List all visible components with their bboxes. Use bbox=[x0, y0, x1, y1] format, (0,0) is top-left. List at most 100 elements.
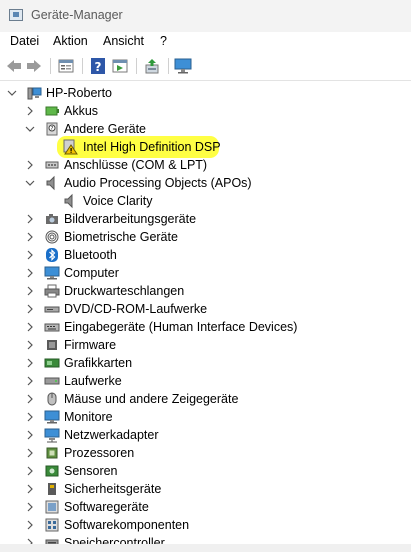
chevron-right-icon[interactable] bbox=[25, 357, 35, 369]
chevron-right-icon[interactable] bbox=[25, 303, 35, 315]
menu-help[interactable]: ? bbox=[160, 34, 167, 48]
chevron-right-icon[interactable] bbox=[25, 321, 35, 333]
tree-item-sensoren[interactable]: Sensoren bbox=[0, 462, 411, 480]
chevron-right-icon[interactable] bbox=[25, 447, 35, 459]
chevron-right-icon[interactable] bbox=[25, 213, 35, 225]
tree-item-voice-clarity[interactable]: Voice Clarity bbox=[0, 192, 411, 210]
tree-item-label: Softwaregeräte bbox=[64, 500, 149, 514]
network-adapter-icon bbox=[44, 427, 60, 443]
tree-item-druckwarteschlangen[interactable]: Druckwarteschlangen bbox=[0, 282, 411, 300]
tree-item-audio-processing-objects-apos[interactable]: Audio Processing Objects (APOs) bbox=[0, 174, 411, 192]
tree-item-label: Prozessoren bbox=[64, 446, 135, 460]
processor-icon bbox=[44, 445, 60, 461]
chevron-right-icon[interactable] bbox=[25, 519, 35, 531]
tree-item-label: Firmware bbox=[64, 338, 117, 352]
tree-item-andere-geräte[interactable]: ? Andere Geräte bbox=[0, 120, 411, 138]
tree-item-label: HP-Roberto bbox=[46, 86, 112, 100]
tree-item-label: Softwarekomponenten bbox=[64, 518, 190, 532]
disk-drive-icon bbox=[44, 373, 60, 389]
chevron-right-icon[interactable] bbox=[25, 267, 35, 279]
tree-item-dvd-cd-rom-laufwerke[interactable]: DVD/CD-ROM-Laufwerke bbox=[0, 300, 411, 318]
chevron-down-icon[interactable] bbox=[25, 123, 35, 135]
tree-item-label: Sensoren bbox=[64, 464, 118, 478]
root-computer-icon bbox=[26, 85, 42, 101]
tree-item-label: Bluetooth bbox=[64, 248, 117, 262]
menu-ansicht[interactable]: Ansicht bbox=[103, 34, 144, 48]
tree-item-prozessoren[interactable]: Prozessoren bbox=[0, 444, 411, 462]
tree-item-biometrische-geräte[interactable]: Biometrische Geräte bbox=[0, 228, 411, 246]
tree-item-netzwerkadapter[interactable]: Netzwerkadapter bbox=[0, 426, 411, 444]
tree-item-label: Netzwerkadapter bbox=[64, 428, 159, 442]
tree-item-label: Monitore bbox=[64, 410, 113, 424]
tree-item-intel-high-definition-dsp[interactable]: Intel High Definition DSP bbox=[0, 138, 411, 156]
bluetooth-icon bbox=[44, 247, 60, 263]
chevron-down-icon[interactable] bbox=[25, 177, 35, 189]
tree-item-laufwerke[interactable]: Laufwerke bbox=[0, 372, 411, 390]
chevron-right-icon[interactable] bbox=[25, 249, 35, 261]
chevron-right-icon[interactable] bbox=[25, 285, 35, 297]
properties-icon[interactable] bbox=[57, 57, 75, 75]
chevron-right-icon[interactable] bbox=[25, 483, 35, 495]
software-device-icon bbox=[44, 499, 60, 515]
tree-item-monitore[interactable]: Monitore bbox=[0, 408, 411, 426]
device-manager-app-icon bbox=[9, 9, 23, 21]
tree-item-akkus[interactable]: Akkus bbox=[0, 102, 411, 120]
printer-icon bbox=[44, 283, 60, 299]
speaker-icon bbox=[62, 193, 78, 209]
tree-item-softwaregeräte[interactable]: Softwaregeräte bbox=[0, 498, 411, 516]
tree-item-label: Grafikkarten bbox=[64, 356, 133, 370]
firmware-icon bbox=[44, 337, 60, 353]
tree-item-label: DVD/CD-ROM-Laufwerke bbox=[64, 302, 208, 316]
chevron-right-icon[interactable] bbox=[25, 231, 35, 243]
display-adapter-icon bbox=[44, 355, 60, 371]
tree-item-anschlüsse-com-lpt[interactable]: Anschlüsse (COM & LPT) bbox=[0, 156, 411, 174]
tree-root[interactable]: HP-Roberto bbox=[0, 84, 411, 102]
device-tree: HP-Roberto Akkus? Andere Geräte Intel High … bbox=[0, 81, 411, 552]
tree-item-label: Akkus bbox=[64, 104, 99, 118]
svg-text:?: ? bbox=[51, 126, 54, 132]
chevron-right-icon[interactable] bbox=[25, 159, 35, 171]
tree-item-label: Bildverarbeitungsgeräte bbox=[64, 212, 197, 226]
computer-icon bbox=[44, 265, 60, 281]
tree-item-bluetooth[interactable]: Bluetooth bbox=[0, 246, 411, 264]
hid-icon bbox=[44, 319, 60, 335]
tree-item-bildverarbeitungsgeräte[interactable]: Bildverarbeitungsgeräte bbox=[0, 210, 411, 228]
chevron-right-icon[interactable] bbox=[25, 393, 35, 405]
update-driver-icon[interactable] bbox=[111, 57, 129, 75]
chevron-right-icon[interactable] bbox=[25, 375, 35, 387]
help-icon[interactable]: ? bbox=[89, 57, 107, 75]
chevron-right-icon[interactable] bbox=[25, 411, 35, 423]
chevron-right-icon[interactable] bbox=[25, 465, 35, 477]
tree-item-label: Laufwerke bbox=[64, 374, 122, 388]
monitor-icon[interactable] bbox=[174, 57, 192, 75]
back-arrow-icon[interactable] bbox=[5, 57, 23, 75]
scan-hardware-icon[interactable] bbox=[143, 57, 161, 75]
tree-item-label: Andere Geräte bbox=[64, 122, 146, 136]
title-bar: Geräte-Manager bbox=[0, 0, 411, 32]
menu-aktion[interactable]: Aktion bbox=[53, 34, 88, 48]
forward-arrow-icon[interactable] bbox=[25, 57, 43, 75]
menu-datei[interactable]: Datei bbox=[10, 34, 39, 48]
tree-item-mäuse-und-andere-zeigegeräte[interactable]: Mäuse und andere Zeigegeräte bbox=[0, 390, 411, 408]
chevron-right-icon[interactable] bbox=[25, 339, 35, 351]
horizontal-scrollbar[interactable] bbox=[0, 544, 411, 552]
tree-item-label: Voice Clarity bbox=[83, 194, 153, 208]
tree-item-label: Biometrische Geräte bbox=[64, 230, 178, 244]
chevron-right-icon[interactable] bbox=[25, 429, 35, 441]
tree-item-label: Intel High Definition DSP bbox=[83, 140, 221, 154]
tree-item-label: Anschlüsse (COM & LPT) bbox=[64, 158, 208, 172]
tree-item-firmware[interactable]: Firmware bbox=[0, 336, 411, 354]
chevron-right-icon[interactable] bbox=[25, 501, 35, 513]
tree-item-sicherheitsgeräte[interactable]: Sicherheitsgeräte bbox=[0, 480, 411, 498]
menu-bar: Datei Aktion Ansicht ? bbox=[0, 32, 411, 52]
chevron-down-icon[interactable] bbox=[7, 87, 17, 99]
window-title: Geräte-Manager bbox=[31, 8, 123, 22]
tree-item-computer[interactable]: Computer bbox=[0, 264, 411, 282]
tree-item-grafikkarten[interactable]: Grafikkarten bbox=[0, 354, 411, 372]
tree-item-eingabegeräte-human-interface-devices[interactable]: Eingabegeräte (Human Interface Devices) bbox=[0, 318, 411, 336]
tree-item-softwarekomponenten[interactable]: Softwarekomponenten bbox=[0, 516, 411, 534]
sensor-icon bbox=[44, 463, 60, 479]
monitor-icon bbox=[44, 409, 60, 425]
security-device-icon bbox=[44, 481, 60, 497]
chevron-right-icon[interactable] bbox=[25, 105, 35, 117]
